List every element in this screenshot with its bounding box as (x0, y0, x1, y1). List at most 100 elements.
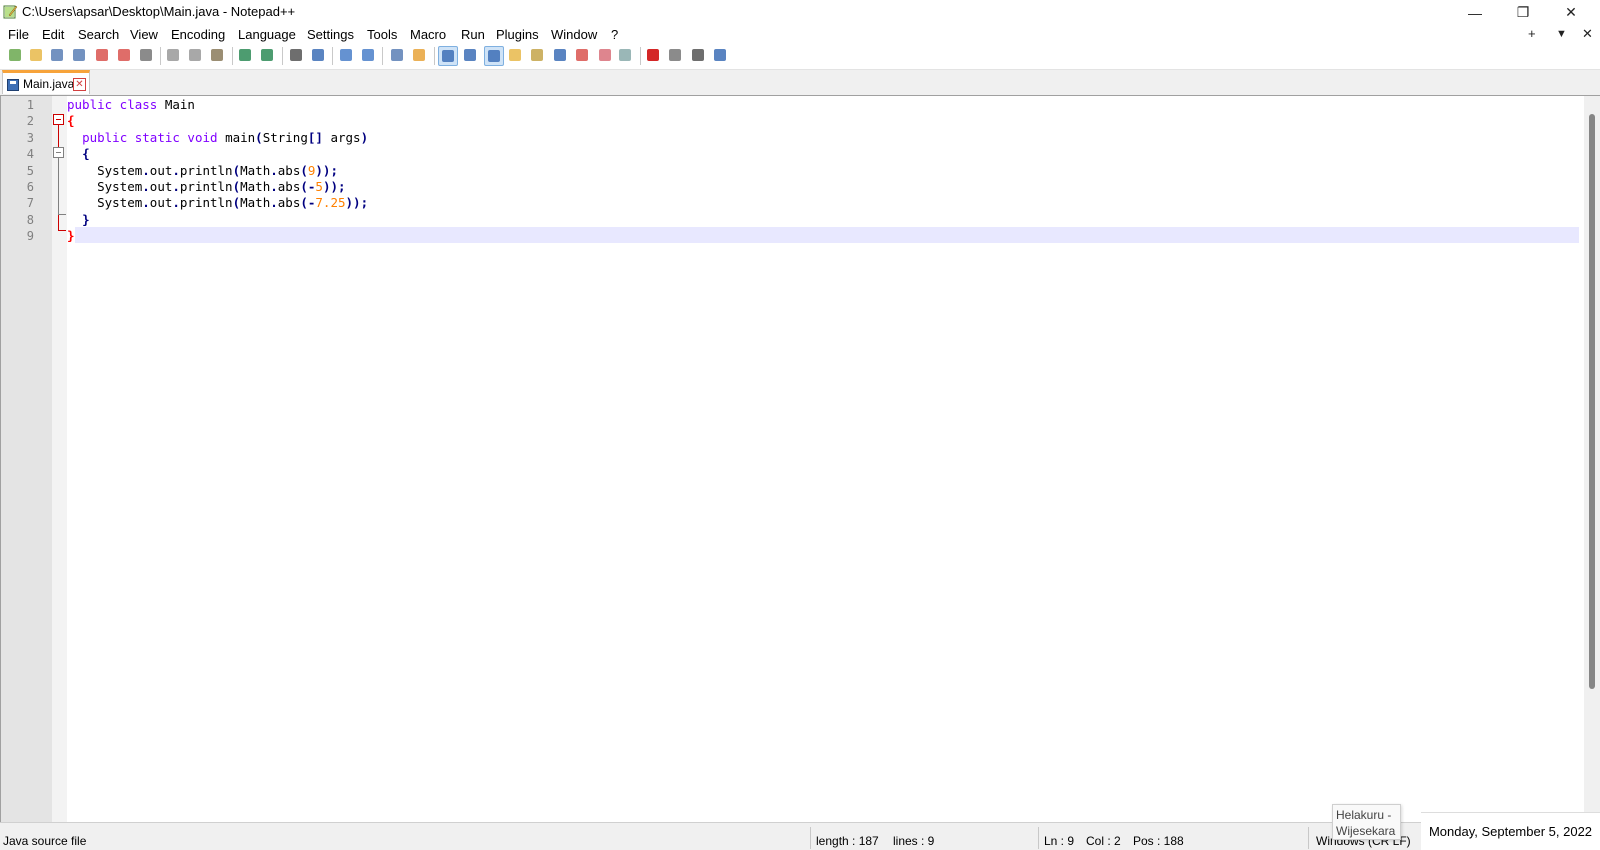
code-line: } (67, 212, 90, 228)
play-macro-icon[interactable] (666, 46, 684, 64)
line-number: 9 (26, 229, 34, 244)
status-divider (1308, 827, 1309, 849)
sync-horizontal-icon[interactable] (410, 46, 428, 64)
folder-workspace-icon[interactable] (573, 46, 591, 64)
fold-toggle-method[interactable] (53, 147, 64, 158)
paste-icon[interactable] (208, 46, 226, 64)
find-icon[interactable] (287, 46, 305, 64)
run-macro-multiple-icon[interactable] (689, 46, 707, 64)
add-tab-icon[interactable]: + (1528, 26, 1536, 41)
code-token: . (142, 195, 150, 211)
taskbar-clock[interactable]: Monday, September 5, 2022 (1421, 812, 1600, 850)
record-macro-icon[interactable] (616, 46, 634, 64)
code-line: System.out.println(Math.abs(-5)); (67, 179, 346, 195)
menu-search[interactable]: Search (78, 27, 119, 42)
code-token: } (82, 211, 90, 227)
status-col: Col : 2 (1086, 834, 1121, 848)
code-token: )); (322, 179, 346, 194)
close-icon[interactable] (93, 46, 111, 64)
tab-label: Main.java (23, 77, 75, 91)
cut-icon[interactable] (164, 46, 182, 64)
status-file-type: Java source file (3, 834, 87, 848)
code-token: (- (300, 195, 316, 211)
line-number: 7 (26, 196, 34, 211)
tab-main-java[interactable]: Main.java ✕ (2, 70, 90, 94)
document-map-icon[interactable] (528, 46, 546, 64)
status-divider (1038, 827, 1039, 849)
tab-bar: Main.java ✕ (0, 70, 1600, 95)
open-file-icon[interactable] (27, 46, 45, 64)
indent-guide-icon[interactable] (484, 46, 504, 66)
code-token: println (179, 179, 233, 194)
user-language-icon[interactable] (506, 46, 524, 64)
menu-view[interactable]: View (130, 27, 158, 42)
code-token: ) (360, 129, 369, 145)
code-token: println (179, 162, 233, 178)
tab-close-icon[interactable]: ✕ (73, 78, 86, 91)
code-token: String (262, 129, 308, 145)
close-all-icon[interactable] (115, 46, 133, 64)
restore-button[interactable]: ❐ (1500, 0, 1546, 25)
zoom-in-icon[interactable] (337, 46, 355, 64)
menu-window[interactable]: Window (551, 27, 597, 42)
current-line-highlight (75, 227, 1579, 243)
code-line: System.out.println(Math.abs(9)); (67, 163, 338, 179)
code-token: . (172, 195, 180, 211)
word-wrap-icon[interactable] (438, 46, 458, 66)
stop-macro-icon[interactable] (644, 46, 662, 64)
menu-file[interactable]: File (8, 27, 29, 42)
replace-icon[interactable] (309, 46, 327, 64)
code-token: public class (67, 97, 165, 112)
code-token: . (172, 179, 180, 194)
code-token: Math (240, 162, 271, 178)
fold-end-class (58, 230, 66, 231)
code-token: public static void (82, 129, 226, 145)
save-all-icon[interactable] (70, 46, 88, 64)
code-token: . (270, 162, 278, 178)
toolbar-separator (282, 47, 283, 65)
code-line: public static void main(String[] args) (67, 130, 368, 146)
menu-plugins[interactable]: Plugins (496, 27, 539, 42)
menu-edit[interactable]: Edit (42, 27, 64, 42)
vertical-scrollbar[interactable] (1584, 96, 1600, 822)
status-pos: Pos : 188 (1133, 834, 1184, 848)
toolbar-separator (160, 47, 161, 65)
copy-icon[interactable] (186, 46, 204, 64)
menu-encoding[interactable]: Encoding (171, 27, 225, 42)
toolbar-separator (332, 47, 333, 65)
code-line: public class Main (67, 97, 195, 113)
code-token: ( (300, 162, 308, 178)
code-token: out (149, 179, 173, 194)
save-icon[interactable] (48, 46, 66, 64)
menu-language[interactable]: Language (238, 27, 296, 42)
code-token: ( (232, 162, 241, 178)
menu-settings[interactable]: Settings (307, 27, 354, 42)
tab-list-icon[interactable]: ▼ (1556, 28, 1567, 40)
zoom-out-icon[interactable] (359, 46, 377, 64)
menu-run[interactable]: Run (461, 27, 485, 42)
code-token: out (149, 162, 173, 178)
save-state-icon (7, 79, 19, 91)
status-length: length : 187 (816, 834, 879, 848)
sync-vertical-icon[interactable] (388, 46, 406, 64)
new-file-icon[interactable] (6, 46, 24, 64)
menu-macro[interactable]: Macro (410, 27, 446, 42)
editor[interactable]: 123456789 public class Main{ public stat… (0, 95, 1600, 822)
print-icon[interactable] (137, 46, 155, 64)
save-macro-icon[interactable] (711, 46, 729, 64)
function-list-icon[interactable] (551, 46, 569, 64)
undo-icon[interactable] (236, 46, 254, 64)
minimize-button[interactable]: — (1452, 0, 1498, 25)
menu-help[interactable]: ? (611, 27, 618, 42)
fold-toggle-class[interactable] (53, 114, 64, 125)
scrollbar-thumb[interactable] (1589, 114, 1595, 689)
show-all-chars-icon[interactable] (461, 46, 479, 64)
menu-tools[interactable]: Tools (367, 27, 397, 42)
close-window-button[interactable]: ✕ (1548, 0, 1594, 25)
redo-icon[interactable] (258, 46, 276, 64)
code-token: [] (307, 129, 323, 145)
close-document-icon[interactable]: ✕ (1582, 26, 1593, 42)
toolbar (0, 44, 1600, 70)
monitoring-icon[interactable] (596, 46, 614, 64)
